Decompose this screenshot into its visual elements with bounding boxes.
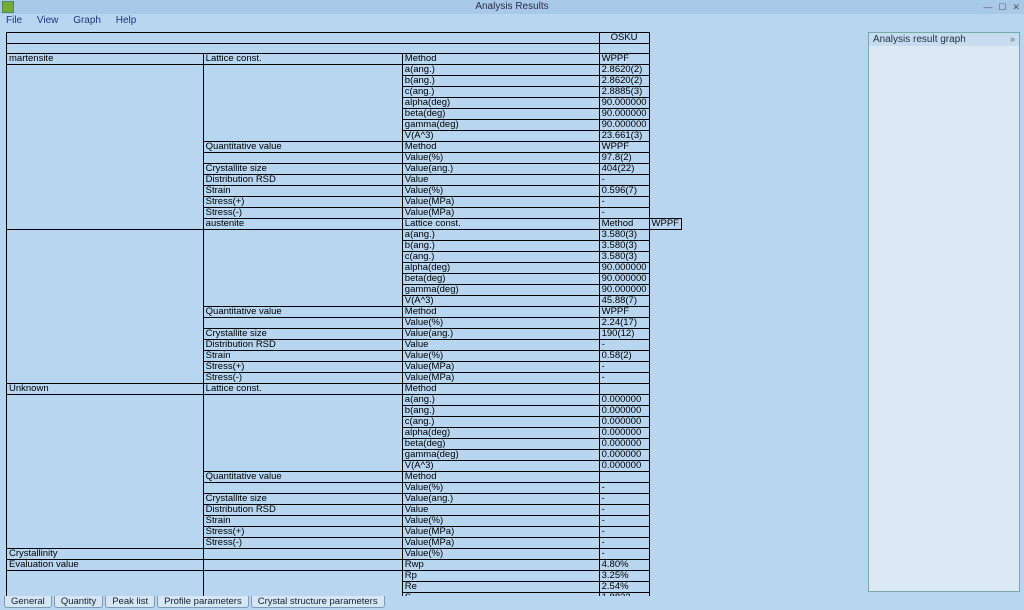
window-title: Analysis Results bbox=[475, 1, 548, 12]
header-row: OSKU bbox=[7, 33, 682, 44]
val: WPPF bbox=[599, 54, 649, 65]
close-icon[interactable]: ✕ bbox=[1012, 0, 1020, 14]
maximize-icon[interactable]: ☐ bbox=[998, 0, 1006, 14]
menu-graph[interactable]: Graph bbox=[73, 15, 101, 26]
tab-profile[interactable]: Profile parameters bbox=[157, 596, 249, 608]
title-bar: Analysis Results — ☐ ✕ bbox=[0, 0, 1024, 14]
tab-quantity[interactable]: Quantity bbox=[54, 596, 103, 608]
menu-view[interactable]: View bbox=[37, 15, 59, 26]
app-icon bbox=[2, 1, 14, 13]
pin-icon[interactable]: » bbox=[1010, 34, 1015, 44]
tab-crystal[interactable]: Crystal structure parameters bbox=[251, 596, 385, 608]
results-table: OSKU martensiteLattice const.MethodWPPF … bbox=[6, 32, 682, 596]
footer-tabs: General Quantity Peak list Profile param… bbox=[4, 596, 385, 608]
tab-peaklist[interactable]: Peak list bbox=[105, 596, 155, 608]
menu-help[interactable]: Help bbox=[116, 15, 137, 26]
results-table-area: OSKU martensiteLattice const.MethodWPPF … bbox=[0, 28, 866, 596]
cat-lattice: Lattice const. bbox=[203, 54, 402, 65]
phase-label: martensite bbox=[7, 54, 204, 65]
param-method: Method bbox=[402, 54, 599, 65]
side-panel: Analysis result graph » bbox=[868, 32, 1020, 592]
tab-general[interactable]: General bbox=[4, 596, 52, 608]
menu-bar: File View Graph Help bbox=[0, 14, 1024, 28]
menu-file[interactable]: File bbox=[6, 15, 22, 26]
sample-name: OSKU bbox=[599, 33, 649, 44]
side-panel-title: Analysis result graph bbox=[873, 34, 966, 45]
spacer bbox=[7, 44, 682, 54]
minimize-icon[interactable]: — bbox=[983, 0, 992, 14]
